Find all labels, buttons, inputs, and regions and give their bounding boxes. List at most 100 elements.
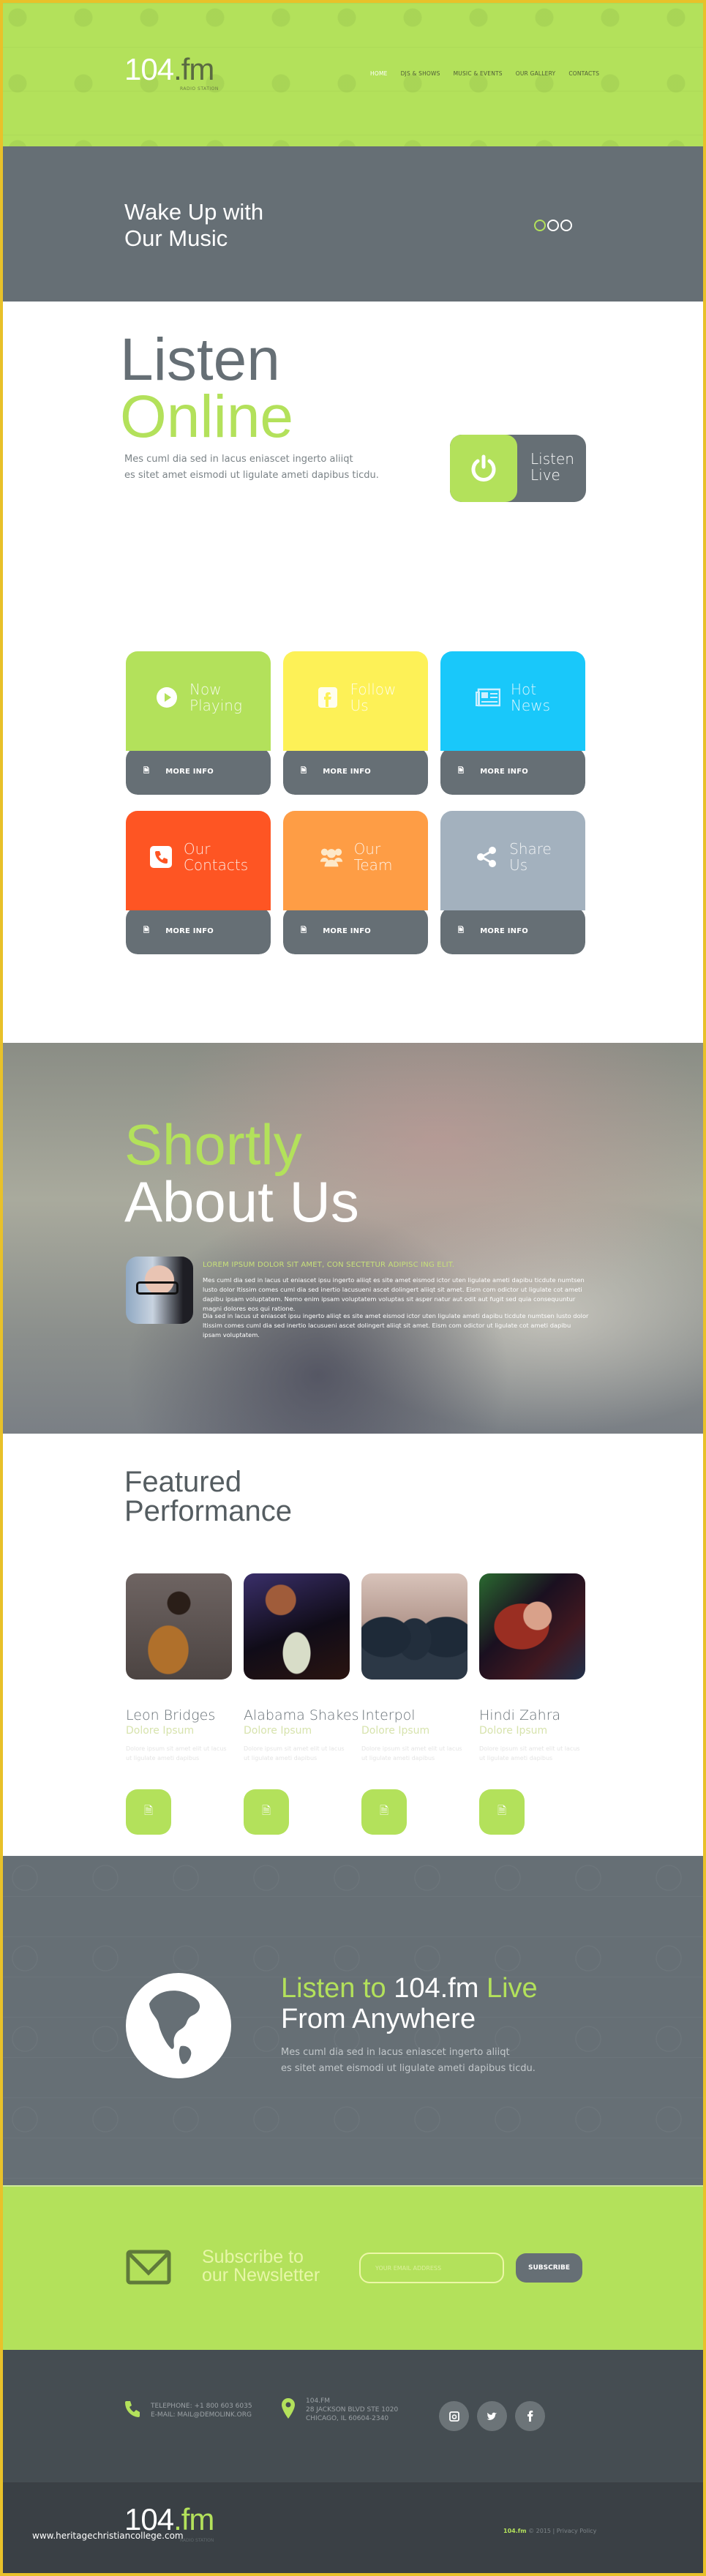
logo-number: 104: [124, 52, 174, 86]
listen-text: Mes cuml dia sed in lacus eniascet inger…: [124, 454, 379, 481]
artist-card: Hindi Zahra Dolore Ipsum Dolore ipsum si…: [479, 1573, 585, 1835]
listen-online-section: Listen Online Mes cuml dia sed in lacus …: [3, 302, 703, 660]
main-nav: HOME DJS & SHOWS MUSIC & EVENTS OUR GALL…: [370, 70, 599, 77]
about-title-about-us: About Us: [124, 1169, 359, 1234]
more-info-button[interactable]: 🗎 MORE INFO: [126, 907, 271, 954]
artist-photo[interactable]: [126, 1573, 232, 1680]
live-text: Mes cuml dia sed in lacus eniascet inger…: [281, 2047, 536, 2074]
about-section: Shortly About Us LOREM IPSUM DOLOR SIT A…: [3, 1043, 703, 1434]
footer-contacts: TELEPHONE: +1 800 603 6035 E-MAIL: MAIL@…: [3, 2348, 703, 2482]
listen-anywhere-section: Listen to 104.fm Live From Anywhere Mes …: [3, 1856, 703, 2185]
facebook-icon[interactable]: [515, 2401, 545, 2431]
nav-our-gallery[interactable]: OUR GALLERY: [516, 70, 556, 77]
phone-icon: [124, 2400, 140, 2422]
more-info-button[interactable]: 🗎 MORE INFO: [283, 748, 428, 795]
artist-card: Interpol Dolore Ipsum Dolore ipsum sit a…: [361, 1573, 467, 1835]
more-info-button[interactable]: 🗎 MORE INFO: [440, 907, 585, 954]
more-info-button[interactable]: 🗎 MORE INFO: [440, 748, 585, 795]
newsletter-title: Subscribe to our Newsletter: [202, 2247, 320, 2285]
artist-description: Dolore ipsum sit amet elit ut lacus ut l…: [479, 1745, 580, 1761]
about-lead: LOREM IPSUM DOLOR SIT AMET, CON SECTETUR…: [203, 1261, 455, 1269]
artist-description: Dolore ipsum sit amet elit ut lacus ut l…: [126, 1745, 227, 1761]
about-title-shortly: Shortly: [124, 1112, 302, 1177]
featured-title: Featured Performance: [124, 1466, 292, 1527]
play-icon: [154, 685, 179, 710]
contact-address: 104.FM 28 JACKSON BLVD STE 1020 CHICAGO,…: [281, 2397, 398, 2423]
nav-djs-shows[interactable]: DJS & SHOWS: [401, 70, 440, 77]
artist-name: Alabama Shakes: [244, 1707, 359, 1723]
document-icon: 🗎: [261, 1803, 271, 1817]
team-icon: [319, 845, 344, 869]
artist-more-button[interactable]: 🗎: [479, 1789, 525, 1835]
listen-live-button[interactable]: Listen Live: [450, 435, 586, 502]
newsletter-section: Subscribe to our Newsletter SUBSCRIBE: [3, 2185, 703, 2348]
share-icon: [474, 845, 499, 869]
nav-home[interactable]: HOME: [370, 70, 388, 77]
facebook-icon: [315, 685, 340, 710]
document-icon: 🗎: [497, 1803, 507, 1817]
artist-description: Dolore ipsum sit amet elit ut lacus ut l…: [244, 1745, 345, 1761]
document-icon: 🗎: [143, 1803, 154, 1817]
document-icon: 🗎: [458, 766, 465, 775]
more-info-button[interactable]: 🗎 MORE INFO: [283, 907, 428, 954]
tile-our-contacts[interactable]: Our Contacts 🗎 MORE INFO: [126, 811, 271, 954]
nav-music-events[interactable]: MUSIC & EVENTS: [454, 70, 503, 77]
about-avatar: [126, 1257, 193, 1324]
slider-dot-3[interactable]: [560, 220, 572, 231]
artist-more-button[interactable]: 🗎: [244, 1789, 289, 1835]
globe-icon: [126, 1973, 231, 2078]
footer-bottom: 104.fm RADIO STATION www.heritagechristi…: [3, 2482, 703, 2573]
slider-pagination: [534, 220, 572, 231]
page: 104.fm RADIO STATION HOME DJS & SHOWS MU…: [3, 3, 703, 2573]
artist-photo[interactable]: [244, 1573, 350, 1680]
newspaper-icon: [475, 685, 500, 710]
tile-now-playing[interactable]: Now Playing 🗎 MORE INFO: [126, 651, 271, 795]
artist-photo[interactable]: [479, 1573, 585, 1680]
artist-subtitle: Dolore Ipsum: [361, 1725, 430, 1737]
email-text[interactable]: E-MAIL: MAIL@DEMOLINK.ORG: [151, 2411, 252, 2419]
document-icon: 🗎: [458, 926, 465, 935]
slider-dot-1[interactable]: [534, 220, 546, 231]
nav-contacts[interactable]: CONTACTS: [568, 70, 599, 77]
logo-fm: .fm: [173, 52, 214, 86]
listen-title: Listen: [120, 326, 280, 393]
artist-more-button[interactable]: 🗎: [126, 1789, 171, 1835]
phone-icon: [149, 845, 173, 869]
artist-subtitle: Dolore Ipsum: [126, 1725, 195, 1737]
live-subtitle: From Anywhere: [281, 2004, 476, 2034]
hero-title: Wake Up with Our Music: [124, 199, 264, 251]
tile-share-us[interactable]: Share Us 🗎 MORE INFO: [440, 811, 585, 954]
artist-card: Alabama Shakes Dolore Ipsum Dolore ipsum…: [244, 1573, 359, 1835]
subscribe-button[interactable]: SUBSCRIBE: [516, 2253, 582, 2283]
artist-photo[interactable]: [361, 1573, 467, 1680]
tile-hot-news[interactable]: Hot News 🗎 MORE INFO: [440, 651, 585, 795]
site-header: 104.fm RADIO STATION HOME DJS & SHOWS MU…: [3, 3, 703, 146]
phone-text[interactable]: TELEPHONE: +1 800 603 6035: [151, 2402, 252, 2411]
online-title: Online: [120, 383, 294, 450]
artist-more-button[interactable]: 🗎: [361, 1789, 407, 1835]
document-icon: 🗎: [143, 926, 150, 935]
contact-phone-email: TELEPHONE: +1 800 603 6035 E-MAIL: MAIL@…: [124, 2400, 252, 2422]
twitter-icon[interactable]: [477, 2401, 507, 2431]
artist-name: Hindi Zahra: [479, 1707, 561, 1723]
artist-subtitle: Dolore Ipsum: [479, 1725, 548, 1737]
tile-follow-us[interactable]: Follow Us 🗎 MORE INFO: [283, 651, 428, 795]
copyright: 104.fm © 2015 | Privacy Policy: [503, 2528, 597, 2534]
featured-performance-section: Featured Performance Leon Bridges Dolore…: [3, 1434, 703, 1856]
privacy-policy-link[interactable]: © 2015 | Privacy Policy: [527, 2528, 596, 2534]
watermark-text: www.heritagechristiancollege.com: [32, 2531, 184, 2541]
artist-description: Dolore ipsum sit amet elit ut lacus ut l…: [361, 1745, 462, 1761]
logo[interactable]: 104.fm RADIO STATION: [124, 52, 219, 92]
envelope-icon: [126, 2250, 171, 2288]
artist-card: Leon Bridges Dolore Ipsum Dolore ipsum s…: [126, 1573, 232, 1835]
artist-name: Leon Bridges: [126, 1707, 216, 1723]
slider-dot-2[interactable]: [547, 220, 559, 231]
email-input[interactable]: [359, 2253, 504, 2283]
more-info-button[interactable]: 🗎 MORE INFO: [126, 748, 271, 795]
instagram-icon[interactable]: [439, 2401, 469, 2431]
hero-slider: Wake Up with Our Music: [3, 146, 703, 302]
feature-tiles: Now Playing 🗎 MORE INFO Follow Us 🗎 MORE INF…: [3, 651, 703, 1043]
logo-tagline: RADIO STATION: [180, 86, 219, 91]
document-icon: 🗎: [143, 766, 150, 775]
tile-our-team[interactable]: Our Team 🗎 MORE INFO: [283, 811, 428, 954]
